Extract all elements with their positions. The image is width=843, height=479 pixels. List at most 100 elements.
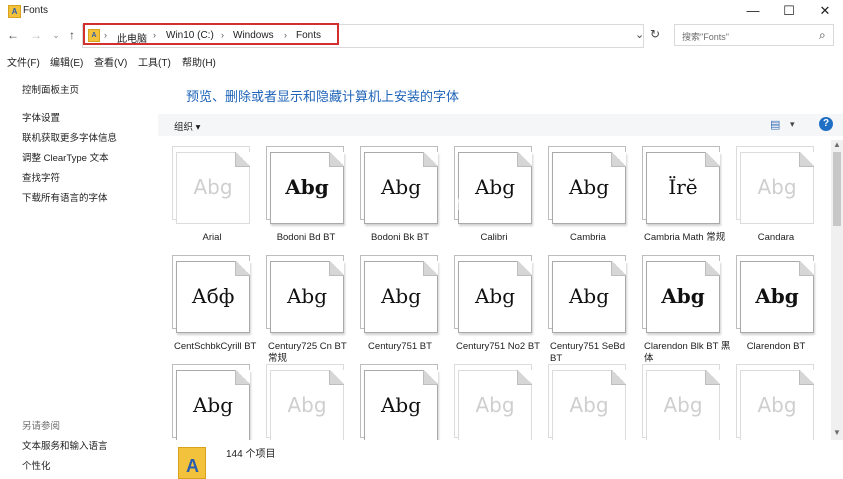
font-tile[interactable]: Abg	[168, 364, 260, 440]
font-tile[interactable]: Abg Candara	[732, 146, 824, 254]
font-name-label: Arial	[202, 232, 222, 243]
menu-file[interactable]: 文件(F)	[7, 54, 40, 69]
recent-locations-chevron-icon[interactable]: ⌄	[49, 27, 63, 43]
forward-arrow-icon[interactable]: →	[29, 27, 43, 43]
font-tile[interactable]: Abg Century751 BT	[356, 255, 448, 363]
font-tile[interactable]: Abg	[544, 364, 636, 440]
menu-tools[interactable]: 工具(T)	[138, 54, 171, 69]
details-pane: A 144 个项目	[158, 441, 843, 479]
watermark-text: low.com	[370, 190, 478, 215]
organize-button[interactable]: 组织 ▾	[174, 119, 200, 133]
close-button[interactable]: ✕	[807, 0, 843, 22]
font-sample-text: Abg	[661, 284, 705, 308]
font-tile[interactable]: Abg	[638, 364, 730, 440]
font-file-icon: Abg	[458, 370, 532, 440]
font-grid: Abg Arial Abg Bodoni Bd BT Abg Bodoni Bk BT Ab…	[168, 140, 828, 440]
font-tile[interactable]: Abg Clarendon Blk BT 黑体	[638, 255, 731, 364]
font-tile[interactable]: Abg Century751 SeBd BT	[544, 255, 636, 364]
font-file-icon: Abg	[646, 261, 720, 333]
address-dropdown-chevron-icon[interactable]: ⌄	[635, 28, 644, 41]
scroll-thumb[interactable]	[833, 152, 841, 226]
font-name-label: Calibri	[480, 232, 508, 243]
minimize-button[interactable]: —	[735, 0, 771, 22]
personalization-link[interactable]: 个性化	[22, 458, 51, 472]
menu-edit[interactable]: 编辑(E)	[50, 54, 83, 69]
find-character-link[interactable]: 查找字符	[22, 170, 60, 184]
font-file-icon: Abg	[364, 370, 438, 440]
font-tile[interactable]: Abg	[732, 364, 824, 440]
font-file-icon: Abg	[552, 261, 626, 333]
font-file-icon: Abg	[740, 152, 814, 224]
font-sample-text: Abg	[755, 284, 799, 308]
font-file-icon: Абф	[176, 261, 250, 333]
font-sample-text: Ïrĕ	[668, 175, 698, 199]
font-tile[interactable]: Abg Century751 No2 BT	[450, 255, 542, 363]
font-sample-text: Abg	[475, 393, 515, 417]
vertical-scrollbar[interactable]: ▲ ▼	[831, 140, 843, 440]
font-sample-text: Abg	[287, 393, 327, 417]
font-tile[interactable]: Abg Bodoni Bd BT	[262, 146, 354, 254]
font-tile[interactable]: Abg	[450, 364, 542, 440]
back-arrow-icon[interactable]: ←	[6, 27, 20, 43]
control-panel-home-link[interactable]: 控制面板主页	[22, 82, 79, 96]
font-file-icon: Abg	[364, 261, 438, 333]
text-services-link[interactable]: 文本服务和输入语言	[22, 438, 108, 452]
up-arrow-icon[interactable]: ↑	[65, 27, 79, 43]
font-tile[interactable]: Abg	[262, 364, 354, 440]
menu-view[interactable]: 查看(V)	[94, 54, 127, 69]
adjust-cleartype-link[interactable]: 调整 ClearType 文本	[22, 150, 109, 164]
get-more-font-info-link[interactable]: 联机获取更多字体信息	[22, 130, 117, 144]
font-file-icon: Abg	[270, 261, 344, 333]
font-sample-text: Abg	[192, 393, 234, 417]
font-settings-link[interactable]: 字体设置	[22, 110, 60, 124]
scroll-up-chevron-icon[interactable]: ▲	[832, 140, 842, 150]
font-sample-text: Abg	[474, 284, 516, 308]
view-options-chevron-icon[interactable]: ▾	[790, 119, 795, 130]
font-sample-text: Abg	[663, 393, 703, 417]
help-icon[interactable]: ?	[819, 117, 833, 131]
font-sample-text: Abg	[569, 393, 609, 417]
font-sample-text: Abg	[568, 175, 610, 199]
font-tile[interactable]: Abg	[356, 364, 448, 440]
font-name-label: Candara	[757, 232, 795, 243]
font-name-label: Century751 SeBd BT	[550, 341, 625, 364]
font-sample-text: Abg	[286, 284, 328, 308]
font-tile[interactable]: Abg Clarendon BT	[732, 255, 824, 363]
download-fonts-link[interactable]: 下载所有语言的字体	[22, 190, 108, 204]
search-icon[interactable]: ⌕	[819, 28, 826, 43]
font-sample-text: Abg	[380, 284, 422, 308]
fonts-folder-large-icon: A	[178, 447, 206, 479]
refresh-icon[interactable]: ↻	[650, 27, 660, 41]
font-tile[interactable]: Абф CentSchbkCyrill BT	[168, 255, 260, 363]
menu-help[interactable]: 帮助(H)	[182, 54, 216, 69]
font-sample-text: Abg	[757, 393, 797, 417]
font-sample-text: Abg	[568, 284, 610, 308]
font-name-label: Clarendon Blk BT 黑体	[644, 341, 731, 364]
search-input[interactable]: 搜索"Fonts" ⌕	[674, 24, 834, 46]
command-toolbar: 组织 ▾ ▤ ▾ ?	[158, 114, 843, 136]
font-name-label: Century751 No2 BT	[456, 341, 540, 352]
font-file-icon: Abg	[176, 152, 250, 224]
fonts-app-icon: A	[8, 5, 21, 18]
font-tile[interactable]: Abg Century725 Cn BT 常规	[262, 255, 354, 364]
font-file-icon: Abg	[552, 152, 626, 224]
font-name-label: Clarendon BT	[746, 341, 806, 352]
font-tile[interactable]: Abg Arial	[168, 146, 260, 254]
see-also-heading: 另请参阅	[22, 421, 61, 432]
font-tile[interactable]: Abg Cambria	[544, 146, 636, 254]
page-title: 预览、删除或者显示和隐藏计算机上安装的字体	[186, 89, 460, 104]
font-file-icon: Abg	[176, 370, 250, 440]
font-name-label: Bodoni Bk BT	[370, 232, 430, 243]
scroll-down-chevron-icon[interactable]: ▼	[832, 428, 842, 438]
font-tile[interactable]: Ïrĕ Cambria Math 常规	[638, 146, 730, 254]
font-file-icon: Abg	[270, 152, 344, 224]
view-options-icon[interactable]: ▤	[770, 118, 780, 131]
font-file-icon: Abg	[740, 261, 814, 333]
font-file-icon: Abg	[646, 370, 720, 440]
font-file-icon: Abg	[270, 370, 344, 440]
font-name-label: Century751 BT	[368, 341, 432, 352]
font-name-label: Cambria	[570, 232, 606, 243]
font-sample-text: Абф	[191, 284, 235, 308]
maximize-button[interactable]: ☐	[771, 0, 807, 22]
font-file-icon: Abg	[740, 370, 814, 440]
